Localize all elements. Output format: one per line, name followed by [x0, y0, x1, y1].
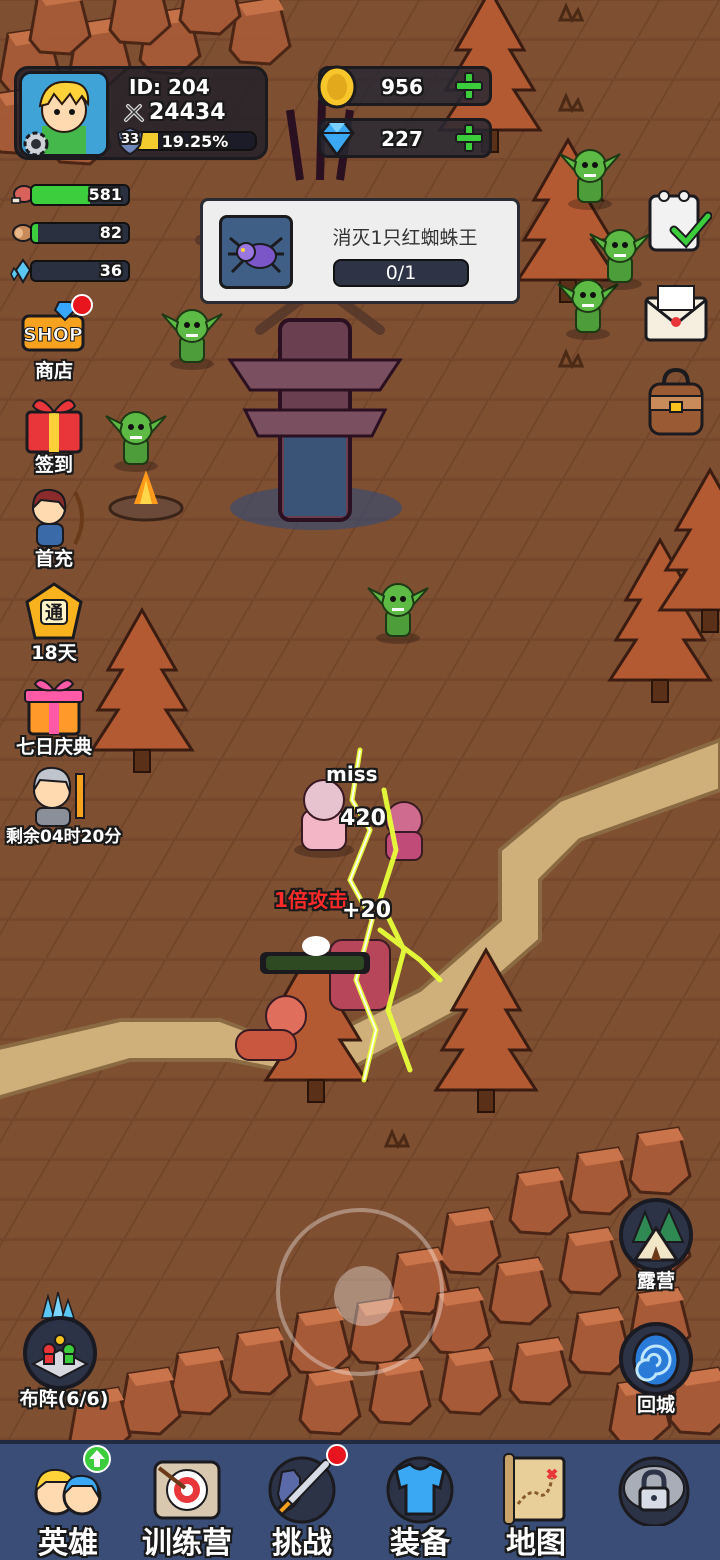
shop-button[interactable]: SHOP 商店: [6, 294, 102, 383]
damage-number: 420: [340, 806, 386, 831]
heal-number: +20: [342, 898, 392, 923]
player-id: ID: 204: [129, 75, 210, 99]
meat-value: 581: [88, 185, 122, 204]
gift-box-icon: [24, 679, 84, 736]
crystal-bar: 36: [30, 260, 130, 282]
plus-icon[interactable]: [453, 71, 485, 101]
nav-locked[interactable]: [596, 1448, 712, 1560]
player-power: 24434: [149, 99, 226, 125]
exp-percent: 19.25%: [161, 132, 229, 151]
diamond-icon: [319, 121, 355, 158]
nav-training[interactable]: 训练营: [128, 1448, 246, 1560]
gold-coin-icon: [317, 65, 357, 109]
checkin-button[interactable]: 签到: [6, 392, 102, 477]
nav-map[interactable]: 地图: [478, 1448, 594, 1560]
limited-hero-button[interactable]: 剩余04时20分: [6, 764, 136, 847]
quest-title: 消灭1只红蜘蛛王: [332, 227, 478, 249]
shop-notification-dot: [71, 294, 93, 316]
archer-hero-icon: [31, 488, 84, 547]
plus-icon[interactable]: [453, 123, 485, 153]
camp-icon: [631, 1207, 685, 1262]
target-icon: [153, 1460, 221, 1520]
wood-value: 82: [99, 223, 122, 242]
pass-button[interactable]: 通 18天: [6, 580, 102, 665]
sword-icon: [124, 104, 144, 122]
warrior-hero-icon: [32, 766, 85, 827]
mail-button[interactable]: [640, 278, 712, 350]
challenge-notification-dot: [326, 1444, 348, 1466]
quest-progress: 0/1: [385, 262, 417, 284]
shop-badge-text: SHOP: [23, 324, 83, 346]
exp-bar: 19.25%: [133, 131, 257, 151]
level-row: 19.25% 33: [115, 126, 261, 156]
power-row: 24434: [123, 99, 226, 125]
gift-icon: [25, 399, 83, 454]
backpack-icon: [648, 367, 704, 436]
quest-panel[interactable]: 消灭1只红蜘蛛王 0/1: [200, 198, 520, 304]
first-recharge-button[interactable]: 首充: [6, 486, 102, 571]
gold-counter: 956: [317, 65, 492, 109]
notepad-check-icon: [648, 190, 713, 252]
upgrade-arrow-icon: [83, 1445, 111, 1473]
backpack-button[interactable]: [640, 366, 712, 438]
crystal-value: 36: [99, 261, 122, 280]
wood-bar: 82: [30, 222, 130, 244]
seven-day-button[interactable]: 七日庆典: [6, 674, 102, 759]
gear-icon[interactable]: [21, 129, 51, 159]
formation-button[interactable]: 布阵(6/6): [16, 1290, 112, 1411]
nav-heroes[interactable]: 英雄: [10, 1445, 126, 1560]
pass-ticket-icon: 通: [25, 582, 83, 640]
mail-icon: [644, 285, 708, 342]
tasks-button[interactable]: [640, 186, 713, 258]
lock-icon: [618, 1456, 690, 1528]
virtual-joystick[interactable]: [276, 1208, 444, 1376]
formation-icon: [30, 1334, 90, 1380]
shield-icon: 33: [115, 126, 145, 156]
crit-text: 1倍攻击: [274, 888, 348, 912]
return-city-button[interactable]: 回城: [614, 1322, 698, 1417]
meat-bar: 581: [30, 184, 130, 206]
nav-challenge[interactable]: 挑战: [244, 1444, 360, 1560]
quest-progress-bar: 0/1: [333, 259, 469, 287]
pass-badge-text: 通: [45, 603, 63, 624]
gold-value: 956: [381, 75, 423, 99]
armor-icon: [386, 1456, 454, 1524]
player-level: 33: [120, 132, 140, 147]
joystick-knob[interactable]: [334, 1266, 394, 1326]
diamond-counter: 227: [318, 118, 492, 158]
diamond-value: 227: [381, 127, 423, 151]
treasure-map-icon: [503, 1453, 566, 1525]
portal-icon: [632, 1332, 680, 1388]
spider-icon: [219, 215, 293, 289]
bottom-navigation: 英雄 训练营 挑战 装备 地图: [0, 1440, 720, 1560]
camp-button[interactable]: 露营: [614, 1198, 698, 1293]
player-panel[interactable]: ID: 204 24434 19.25% 33: [14, 66, 268, 160]
nav-equipment[interactable]: 装备: [362, 1448, 478, 1560]
miss-text: miss: [326, 762, 378, 786]
